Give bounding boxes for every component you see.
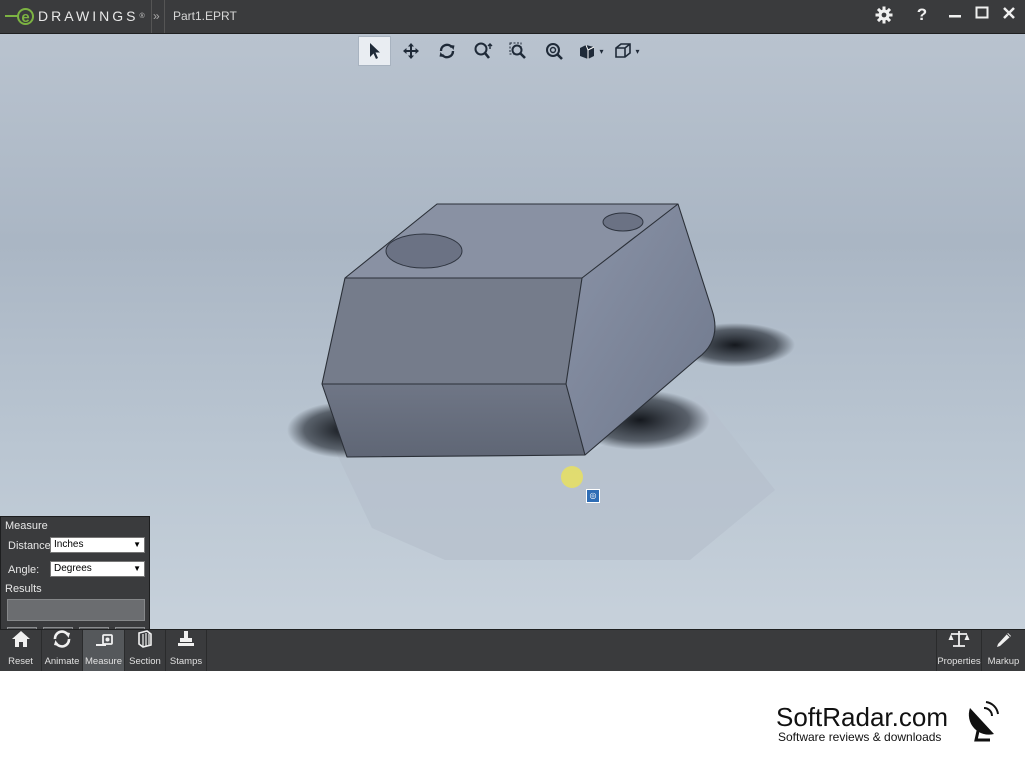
minimize-button[interactable]: [943, 3, 967, 27]
hole-large: [385, 233, 463, 269]
measure-panel: Measure Distance: Inches ▼ Angle: Degree…: [0, 516, 150, 629]
measure-button[interactable]: Measure: [83, 630, 124, 671]
3d-viewport[interactable]: ▾ ▾ ◎ Measure Distance: Inches ▼ Angle: …: [0, 34, 1025, 629]
stamp-icon: [178, 631, 194, 646]
animate-icon: [53, 630, 71, 648]
angle-label: Angle:: [8, 564, 40, 576]
home-icon: [11, 631, 30, 647]
reset-label: Reset: [8, 656, 33, 667]
distance-units-value: Inches: [54, 539, 84, 550]
animate-button[interactable]: Animate: [42, 630, 82, 671]
pencil-icon: [996, 633, 1011, 647]
logo-e-mark: e: [17, 7, 34, 25]
settings-button[interactable]: [872, 3, 896, 27]
distance-label: Distance:: [8, 540, 54, 552]
part-front-top-face: [322, 278, 582, 384]
close-button[interactable]: [997, 3, 1021, 27]
title-separator: [151, 0, 152, 33]
measure-icon: [95, 634, 113, 646]
hole-small: [602, 212, 644, 232]
part-model[interactable]: [0, 34, 1025, 629]
distance-units-select[interactable]: Inches ▼: [50, 537, 145, 553]
edrawings-window: e DRAWINGS ® » Part1.EPRT ? ▾ ▾ ◎ Measur…: [0, 0, 1025, 672]
title-separator: [164, 0, 165, 33]
angle-units-value: Degrees: [54, 563, 92, 574]
section-button[interactable]: Section: [125, 630, 165, 671]
satellite-dish-icon: [968, 701, 999, 742]
stamps-button[interactable]: Stamps: [166, 630, 206, 671]
results-label: Results: [5, 583, 42, 595]
stamps-label: Stamps: [169, 656, 203, 667]
markup-button[interactable]: Markup: [982, 630, 1025, 671]
results-field[interactable]: [7, 599, 145, 621]
watermark-title: SoftRadar.com: [776, 702, 948, 732]
title-bar: e DRAWINGS ® » Part1.EPRT ?: [0, 0, 1025, 34]
angle-units-select[interactable]: Degrees ▼: [50, 561, 145, 577]
chevron-down-icon: ▼: [133, 564, 141, 573]
minimize-icon: [949, 15, 961, 18]
watermark-subtitle: Software reviews & downloads: [778, 730, 942, 744]
document-title: Part1.EPRT: [173, 9, 237, 23]
toolbar-separator: [206, 630, 207, 671]
measure-panel-title: Measure: [5, 520, 48, 532]
help-button[interactable]: ?: [910, 3, 934, 27]
chevron-down-icon: ▼: [133, 540, 141, 549]
part-front-face: [322, 384, 585, 457]
measure-label: Measure: [85, 656, 122, 667]
maximize-button[interactable]: [970, 3, 994, 27]
properties-button[interactable]: Properties: [937, 630, 981, 671]
gear-icon: [875, 6, 893, 24]
breadcrumb-arrow[interactable]: »: [153, 9, 160, 23]
section-label: Section: [129, 656, 161, 667]
edrawings-logo: e DRAWINGS ®: [5, 5, 145, 27]
close-icon: [1003, 7, 1015, 19]
trademark-mark: ®: [139, 12, 145, 20]
maximize-icon: [975, 6, 989, 19]
watermark-area: SoftRadar.com Software reviews & downloa…: [0, 672, 1025, 769]
cursor-highlight: [561, 466, 583, 488]
animate-label: Animate: [44, 656, 80, 667]
scales-icon: [948, 631, 970, 647]
logo-text: DRAWINGS: [38, 8, 139, 24]
markup-label: Markup: [987, 656, 1020, 667]
bottom-toolbar: Reset Animate Measure Section Stamps Pro…: [0, 629, 1025, 671]
section-icon: [138, 630, 152, 648]
measure-cursor-icon: ◎: [586, 489, 600, 503]
reset-button[interactable]: Reset: [0, 630, 41, 671]
properties-label: Properties: [937, 656, 981, 667]
